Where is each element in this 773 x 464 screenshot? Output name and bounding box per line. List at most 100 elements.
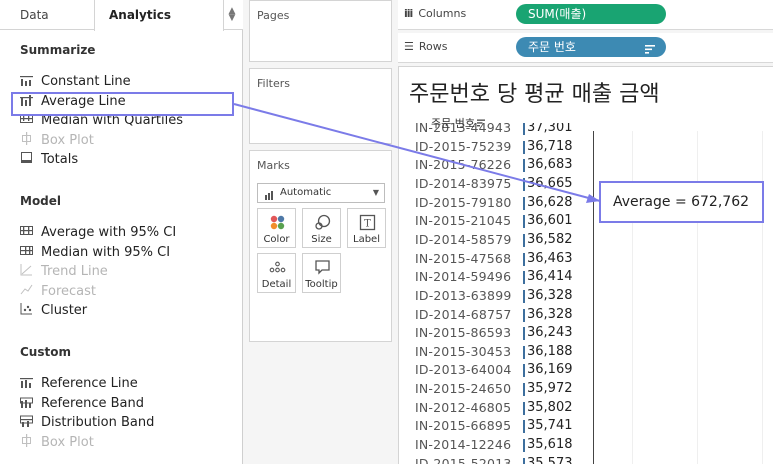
- order-id: ID-2014-68757: [415, 306, 512, 322]
- model-item-cluster[interactable]: Cluster: [20, 301, 87, 320]
- order-id: ID-2013-63899: [415, 287, 512, 303]
- rows-pill-order-id[interactable]: 주문 번호: [516, 37, 666, 57]
- bar-mark: [523, 457, 525, 464]
- sort-descending-icon: [645, 41, 656, 61]
- bar-mark: [523, 289, 525, 303]
- analytics-pane: Data Analytics ▲ ▼ Summarize Constant Lin…: [0, 0, 243, 464]
- table-row[interactable]: IN-2014-59496 36,414: [399, 268, 594, 287]
- sales-value: 36,582: [527, 231, 573, 247]
- rows-shelf[interactable]: ☰ Rows 주문 번호: [398, 33, 773, 63]
- bar-mark: [523, 420, 525, 434]
- order-id: IN-2015-24650: [415, 381, 512, 397]
- svg-text:T: T: [364, 219, 371, 230]
- order-id: ID-2014-83975: [415, 175, 512, 191]
- bar-chart-icon: [265, 189, 276, 207]
- table-row[interactable]: ID-2014-83975 36,665: [399, 175, 594, 194]
- detail-label: Detail: [261, 279, 292, 290]
- size-button[interactable]: Size: [302, 208, 341, 248]
- custom-item-reference-band[interactable]: Reference Band: [20, 394, 144, 413]
- table-row[interactable]: IN-2015-21045 36,601: [399, 212, 594, 231]
- bar-mark: [523, 177, 525, 191]
- table-row[interactable]: IN-2015-66895 35,741: [399, 417, 594, 436]
- order-id: IN-2014-12246: [415, 437, 512, 453]
- bar-mark: [523, 196, 525, 210]
- distribution-band-icon: [20, 414, 33, 428]
- model-item-trend-line[interactable]: Trend Line: [20, 262, 108, 281]
- summarize-item-constant-line[interactable]: Constant Line: [20, 72, 131, 91]
- table-rows: IN-2013-44943 37,301 ID-2015-75239 36,718 IN…: [399, 123, 594, 464]
- tab-analytics[interactable]: Analytics: [94, 0, 224, 31]
- table-row[interactable]: ID-2014-58579 36,582: [399, 231, 594, 250]
- table-row[interactable]: IN-2015-24650 35,972: [399, 380, 594, 399]
- table-row[interactable]: ID-2013-63899 36,328: [399, 287, 594, 306]
- columns-shelf[interactable]: iii Columns SUM(매출): [398, 0, 773, 30]
- rows-shelf-label: ☰ Rows: [404, 40, 448, 53]
- columns-pill-sum-sales[interactable]: SUM(매출): [516, 4, 666, 24]
- tooltip-icon: [314, 259, 331, 276]
- sales-value: 35,741: [527, 418, 573, 434]
- bar-mark: [523, 271, 525, 285]
- table-row[interactable]: IN-2015-30453 36,188: [399, 343, 594, 362]
- table-row[interactable]: IN-2012-46805 35,802: [399, 399, 594, 418]
- bar-mark: [523, 308, 525, 322]
- size-icon: [314, 214, 331, 231]
- sort-icon[interactable]: [476, 117, 485, 130]
- sales-value: 37,301: [527, 123, 573, 135]
- order-id: IN-2014-59496: [415, 269, 512, 285]
- filters-card[interactable]: Filters: [249, 68, 392, 144]
- bar-mark: [523, 345, 525, 359]
- model-item-median-with-95-ci[interactable]: Median with 95% CI: [20, 243, 170, 262]
- bar-mark: [523, 123, 525, 135]
- table-row[interactable]: ID-2014-68757 36,328: [399, 306, 594, 325]
- table-row[interactable]: IN-2015-76226 36,683: [399, 156, 594, 175]
- table-row[interactable]: IN-2015-86593 36,243: [399, 324, 594, 343]
- label-button[interactable]: T Label: [347, 208, 386, 248]
- summarize-title: Summarize: [20, 43, 96, 57]
- custom-item-distribution-band[interactable]: Distribution Band: [20, 413, 154, 432]
- color-button[interactable]: Color: [257, 208, 296, 248]
- model-item-forecast[interactable]: Forecast: [20, 282, 96, 301]
- order-id: ID-2014-58579: [415, 231, 512, 247]
- box-plot-icon: [20, 131, 33, 145]
- reference-band-icon: [20, 395, 33, 408]
- color-label: Color: [263, 234, 290, 245]
- tab-menu-icon[interactable]: ▲ ▼: [226, 7, 238, 23]
- table-row[interactable]: ID-2015-75239 36,718: [399, 138, 594, 157]
- sales-value: 35,972: [527, 381, 573, 397]
- table-row[interactable]: IN-2015-47568 36,463: [399, 250, 594, 269]
- bar-mark: [523, 401, 525, 415]
- custom-item-box-plot[interactable]: Box Plot: [20, 433, 94, 452]
- table-row[interactable]: ID-2013-64004 36,169: [399, 361, 594, 380]
- axis-line: [593, 131, 594, 464]
- order-id: IN-2015-86593: [415, 325, 512, 341]
- order-id: ID-2015-79180: [415, 194, 512, 210]
- detail-icon: [269, 259, 286, 276]
- model-title: Model: [20, 194, 62, 208]
- bar-mark: [523, 252, 525, 266]
- sales-value: 35,802: [527, 399, 573, 415]
- tab-data[interactable]: Data: [20, 0, 49, 30]
- item-label: Constant Line: [41, 74, 131, 89]
- order-id: IN-2015-21045: [415, 213, 512, 229]
- item-label: Median with 95% CI: [41, 244, 171, 260]
- table-row[interactable]: IN-2014-12246 35,618: [399, 436, 594, 455]
- order-id-header[interactable]: 주문 번호: [431, 115, 485, 131]
- summarize-item-totals[interactable]: Totals: [20, 150, 78, 169]
- table-row[interactable]: ID-2015-52013 35,573: [399, 455, 594, 464]
- pages-card[interactable]: Pages: [249, 0, 392, 62]
- item-label: Reference Line: [41, 376, 138, 391]
- summarize-item-box-plot[interactable]: Box Plot: [20, 131, 94, 150]
- custom-item-reference-line[interactable]: Reference Line: [20, 374, 138, 393]
- order-id: IN-2015-76226: [415, 157, 512, 173]
- tooltip-button[interactable]: Tooltip: [302, 253, 341, 293]
- columns-shelf-label: iii Columns: [404, 7, 467, 20]
- model-item-average-with-95-ci[interactable]: Average with 95% CI: [20, 223, 176, 242]
- detail-button[interactable]: Detail: [257, 253, 296, 293]
- table-row[interactable]: ID-2015-79180 36,628: [399, 194, 594, 213]
- sales-value: 35,573: [527, 455, 573, 464]
- average-annotation[interactable]: Average = 672,762: [599, 181, 764, 223]
- sales-value: 36,665: [527, 175, 573, 191]
- table-row[interactable]: IN-2013-44943 37,301: [399, 123, 594, 138]
- mark-type-dropdown[interactable]: Automatic ▼: [257, 183, 385, 203]
- sales-value: 36,328: [527, 287, 573, 303]
